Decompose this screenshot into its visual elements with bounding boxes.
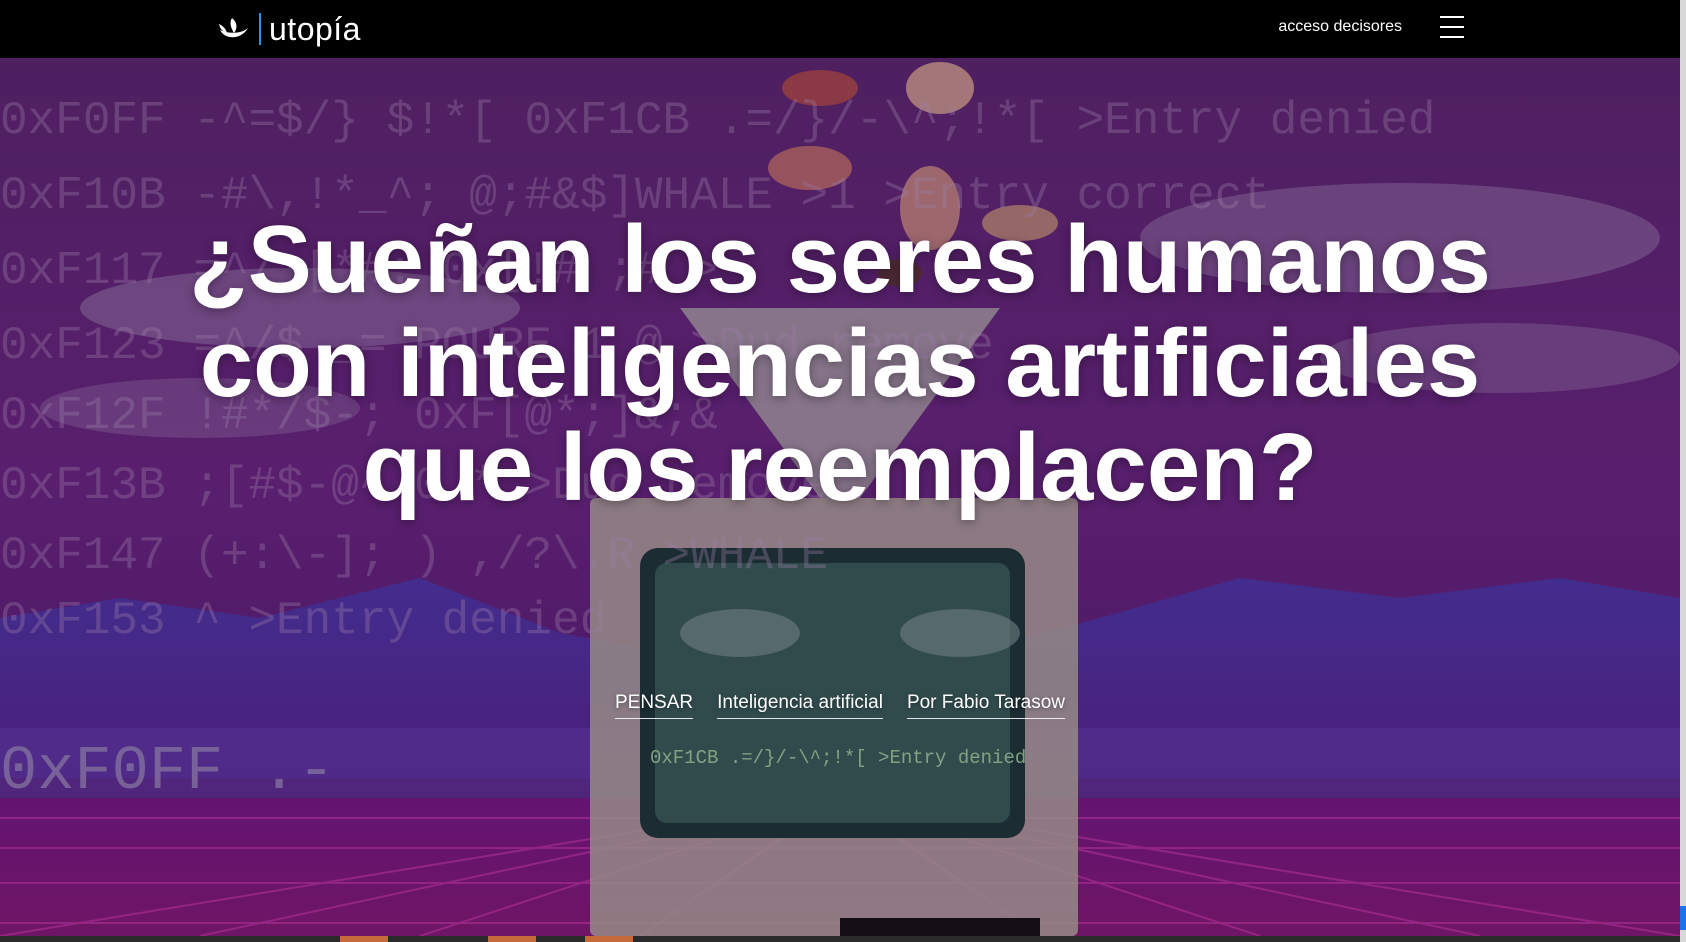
tag-category[interactable]: PENSAR [614,692,694,719]
logo-divider [259,13,261,45]
article-title: ¿Sueñan los seres humanos con inteligenc… [189,206,1491,521]
tag-topic[interactable]: Inteligencia artificial [717,692,883,719]
access-decisores-link[interactable]: acceso decisores [1278,18,1402,36]
scrollbar-thumb[interactable] [1680,906,1686,930]
tag-author[interactable]: Por Fabio Tarasow [906,692,1065,719]
hamburger-icon [1440,16,1464,18]
hamburger-menu-button[interactable] [1440,16,1464,40]
utopia-logo-icon [219,18,248,38]
article-tags: PENSAR Inteligencia artificial Por Fabio… [0,692,1680,719]
logo-text: utopía [269,10,361,47]
site-logo[interactable]: utopía [217,10,361,47]
hero-section: 0xF0FF -^=$/} $!*[ 0xF1CB .=/}/-\^;!*[ >… [0,58,1680,936]
top-navigation-bar: utopía acceso decisores [0,0,1680,58]
bottom-color-strip [0,936,1680,942]
page-scrollbar[interactable] [1680,0,1686,942]
